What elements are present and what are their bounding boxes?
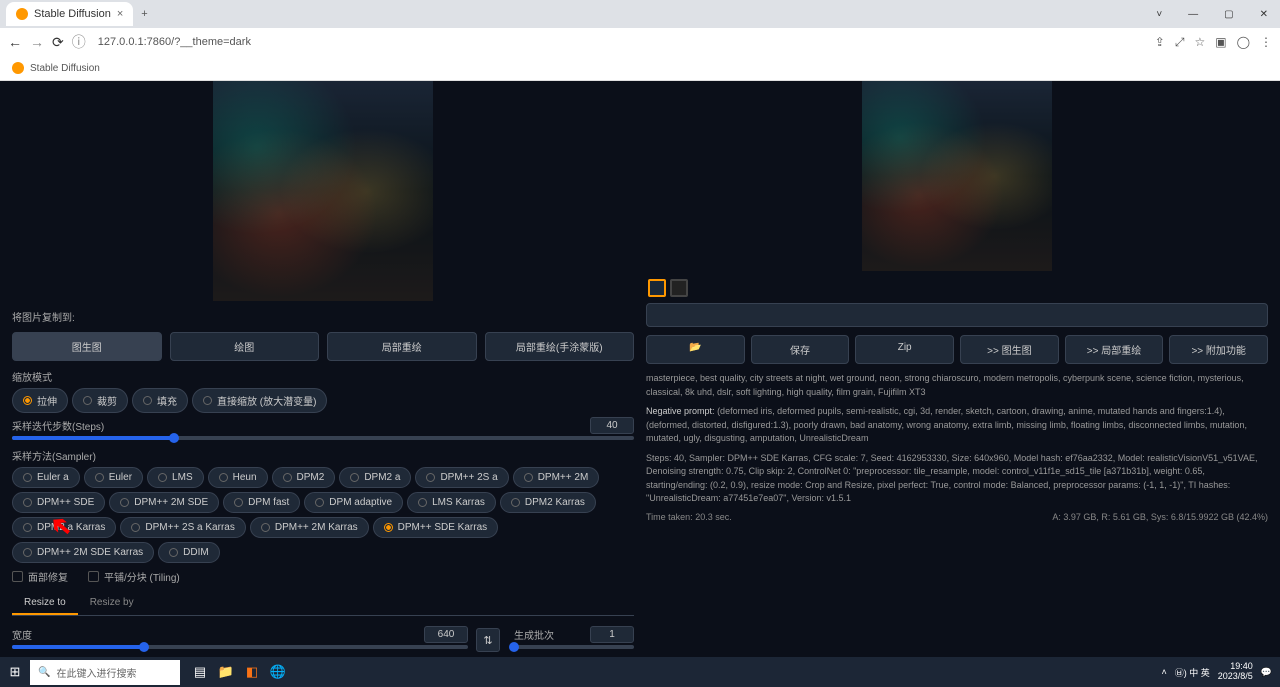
- steps-slider[interactable]: [12, 436, 634, 440]
- sampler-label: 采样方法(Sampler): [12, 448, 634, 463]
- bookmark-bar: Stable Diffusion: [0, 56, 1280, 80]
- generation-prompt: masterpiece, best quality, city streets …: [646, 372, 1268, 399]
- send-inpaint-button[interactable]: >> 局部重绘: [1065, 335, 1164, 364]
- thumbnail-1[interactable]: [648, 279, 666, 297]
- windows-taskbar: ⊞ 🔍在此键入进行搜索 ▤ 📁 ◧ 🌐 ˄ ㉥) 中 英 19:40 2023/…: [0, 657, 1280, 687]
- sampler-option[interactable]: DPM2 a Karras: [12, 517, 116, 538]
- sampler-option[interactable]: DPM++ 2S a: [415, 467, 508, 488]
- taskbar-search[interactable]: 🔍在此键入进行搜索: [30, 660, 180, 685]
- window-dropdown-icon[interactable]: ˅: [1144, 3, 1174, 26]
- width-value[interactable]: 640: [424, 626, 468, 643]
- sampler-option[interactable]: DDIM: [158, 542, 220, 563]
- bookmark-favicon-icon: [12, 62, 24, 74]
- translate-icon[interactable]: ⤢: [1175, 35, 1185, 50]
- steps-value[interactable]: 40: [590, 417, 634, 434]
- save-button[interactable]: 保存: [751, 335, 850, 364]
- copy-to-sketch-button[interactable]: 绘图: [170, 332, 320, 361]
- tab-title: Stable Diffusion: [34, 8, 111, 20]
- generation-negative: Negative prompt: (deformed iris, deforme…: [646, 405, 1268, 446]
- forward-button[interactable]: →: [30, 34, 44, 50]
- copy-to-inpaint-button[interactable]: 局部重绘: [327, 332, 477, 361]
- sampler-option[interactable]: Euler a: [12, 467, 80, 488]
- browser-tab[interactable]: Stable Diffusion ×: [6, 2, 133, 26]
- sampler-option[interactable]: DPM++ 2M Karras: [250, 517, 369, 538]
- tray-chevron-icon[interactable]: ˄: [1161, 667, 1166, 677]
- copy-to-img2img-button[interactable]: 图生图: [12, 332, 162, 361]
- resize-mode-option[interactable]: 填充: [132, 388, 188, 413]
- sampler-option[interactable]: DPM fast: [223, 492, 300, 513]
- address-bar: ← → ⟳ ⓘ ⇪ ⤢ ☆ ▣ ◯ ⋮: [0, 28, 1280, 56]
- maximize-button[interactable]: ▢: [1212, 3, 1245, 26]
- generation-params: Steps: 40, Sampler: DPM++ SDE Karras, CF…: [646, 452, 1268, 506]
- sampler-option[interactable]: DPM++ SDE: [12, 492, 105, 513]
- url-input[interactable]: [94, 32, 1147, 52]
- output-textbox[interactable]: [646, 303, 1268, 327]
- explorer-icon[interactable]: 📁: [214, 660, 238, 684]
- profile-icon[interactable]: ◯: [1237, 35, 1250, 50]
- output-image-preview[interactable]: [862, 81, 1052, 271]
- open-folder-button[interactable]: 📂: [646, 335, 745, 364]
- steps-label: 采样迭代步数(Steps): [12, 418, 104, 433]
- notification-icon[interactable]: 💬: [1261, 667, 1272, 678]
- tab-resize-to[interactable]: Resize to: [12, 592, 78, 615]
- time-taken: Time taken: 20.3 sec.: [646, 512, 732, 522]
- batch-count-slider[interactable]: [514, 645, 634, 649]
- sampler-option[interactable]: Heun: [208, 467, 268, 488]
- new-tab-button[interactable]: +: [133, 8, 155, 20]
- sampler-option[interactable]: DPM2 Karras: [500, 492, 596, 513]
- width-slider[interactable]: [12, 645, 468, 649]
- ime-indicator[interactable]: ㉥) 中 英: [1175, 666, 1210, 679]
- batch-count-value[interactable]: 1: [590, 626, 634, 643]
- back-button[interactable]: ←: [8, 34, 22, 50]
- width-label: 宽度: [12, 627, 32, 642]
- sampler-option[interactable]: DPM++ 2M: [513, 467, 600, 488]
- sampler-option[interactable]: DPM++ 2M SDE: [109, 492, 219, 513]
- sampler-option[interactable]: DPM adaptive: [304, 492, 403, 513]
- minimize-button[interactable]: —: [1176, 3, 1210, 26]
- sampler-option[interactable]: DPM2 a: [339, 467, 411, 488]
- batch-count-label: 生成批次: [514, 627, 554, 642]
- copy-to-label: 将图片复制到:: [12, 309, 75, 324]
- task-view-icon[interactable]: ▤: [188, 660, 212, 684]
- resize-mode-option[interactable]: 裁剪: [72, 388, 128, 413]
- taskbar-clock[interactable]: 19:40 2023/8/5: [1218, 662, 1253, 682]
- input-image-preview[interactable]: [213, 81, 433, 301]
- tiling-checkbox[interactable]: 平铺/分块 (Tiling): [88, 569, 180, 584]
- zip-button[interactable]: Zip: [855, 335, 954, 364]
- swap-dimensions-button[interactable]: ⇅: [476, 628, 500, 652]
- resize-mode-option[interactable]: 拉伸: [12, 388, 68, 413]
- send-img2img-button[interactable]: >> 图生图: [960, 335, 1059, 364]
- resize-mode-option[interactable]: 直接缩放 (放大潜变量): [192, 388, 327, 413]
- tab-resize-by[interactable]: Resize by: [78, 592, 146, 615]
- favicon-icon: [16, 8, 28, 20]
- info-icon[interactable]: ⓘ: [72, 32, 86, 52]
- sampler-option[interactable]: LMS: [147, 467, 204, 488]
- start-button[interactable]: ⊞: [0, 664, 30, 680]
- sampler-option[interactable]: DPM++ 2M SDE Karras: [12, 542, 154, 563]
- memory-stats: A: 3.97 GB, R: 5.61 GB, Sys: 6.8/15.9922…: [1052, 512, 1268, 522]
- browser-tab-bar: Stable Diffusion × + ˅ — ▢ ✕: [0, 0, 1280, 28]
- resize-mode-label: 缩放模式: [12, 369, 634, 384]
- chrome-icon[interactable]: 🌐: [266, 660, 290, 684]
- sampler-option[interactable]: LMS Karras: [407, 492, 496, 513]
- send-extras-button[interactable]: >> 附加功能: [1169, 335, 1268, 364]
- close-window-button[interactable]: ✕: [1248, 3, 1280, 26]
- close-icon[interactable]: ×: [117, 8, 123, 20]
- reload-button[interactable]: ⟳: [52, 34, 64, 51]
- sampler-option[interactable]: DPM2: [272, 467, 336, 488]
- bookmark-item[interactable]: Stable Diffusion: [30, 63, 100, 74]
- extensions-icon[interactable]: ▣: [1215, 35, 1226, 50]
- restore-faces-checkbox[interactable]: 面部修复: [12, 569, 68, 584]
- menu-icon[interactable]: ⋮: [1260, 35, 1272, 50]
- sampler-option[interactable]: DPM++ 2S a Karras: [120, 517, 245, 538]
- search-icon: 🔍: [38, 667, 50, 678]
- app-icon[interactable]: ◧: [240, 660, 264, 684]
- star-icon[interactable]: ☆: [1194, 35, 1205, 50]
- sampler-option[interactable]: DPM++ SDE Karras: [373, 517, 498, 538]
- thumbnail-2[interactable]: [670, 279, 688, 297]
- sampler-option[interactable]: Euler: [84, 467, 143, 488]
- share-icon[interactable]: ⇪: [1155, 35, 1165, 50]
- copy-to-inpaint-sketch-button[interactable]: 局部重绘(手涂蒙版): [485, 332, 635, 361]
